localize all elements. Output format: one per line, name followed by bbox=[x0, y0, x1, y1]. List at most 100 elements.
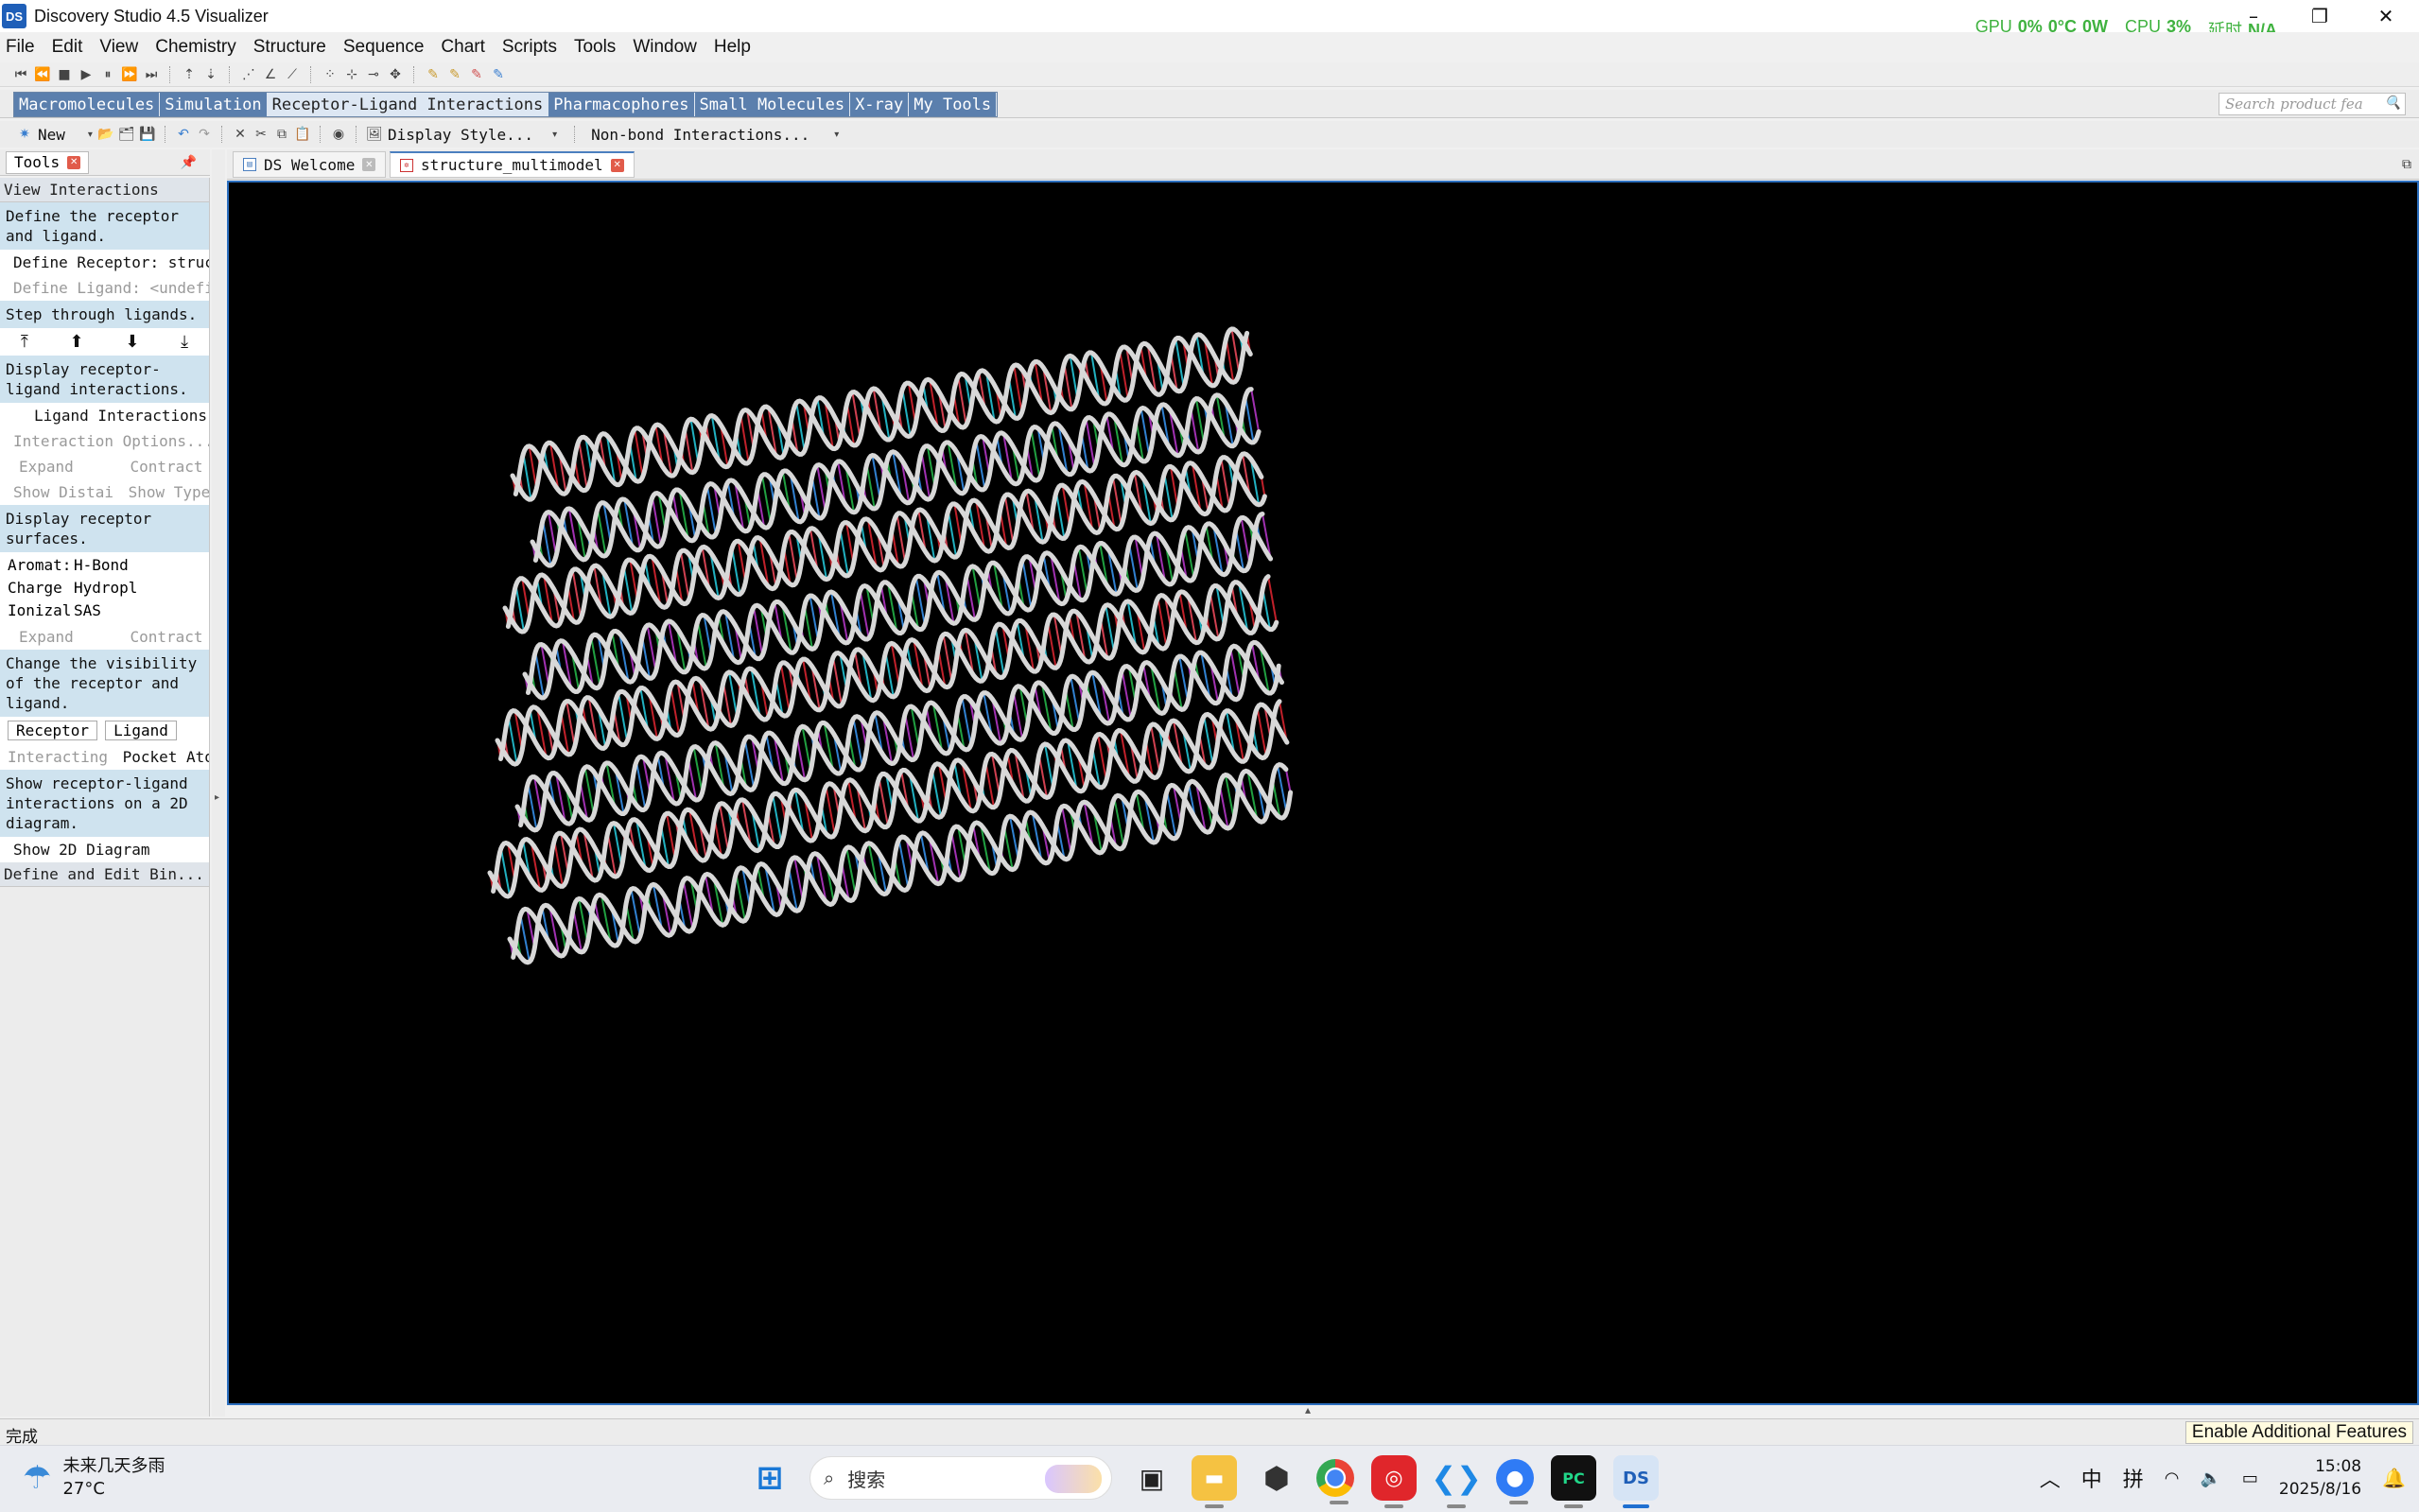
menu-window[interactable]: Window bbox=[633, 35, 697, 60]
menu-file[interactable]: File bbox=[6, 35, 35, 60]
new-icon[interactable]: ✷ bbox=[17, 127, 32, 142]
chrome-icon[interactable] bbox=[1316, 1459, 1354, 1504]
tools-tab[interactable]: Tools ✕ bbox=[6, 150, 90, 174]
interaction-options-link[interactable]: Interaction Options... bbox=[0, 428, 209, 454]
tab-xray[interactable]: X-ray bbox=[850, 93, 910, 116]
dna-multimodel-structure[interactable] bbox=[229, 182, 2417, 1403]
wifi-icon[interactable]: ◠ bbox=[2165, 1469, 2180, 1488]
new-button[interactable]: New bbox=[38, 126, 65, 144]
collapse-arrow-icon[interactable]: ▸ bbox=[215, 792, 219, 803]
surface-ionizability-link[interactable]: Ionizal bbox=[8, 600, 74, 622]
previous-frame-icon[interactable]: ⏪ bbox=[34, 67, 50, 82]
next-frame-icon[interactable]: ⏩ bbox=[121, 67, 137, 82]
script-edit-icon[interactable]: ✎ bbox=[491, 67, 506, 82]
surface-sas-link[interactable]: SAS bbox=[74, 600, 140, 622]
windows-start-icon[interactable]: ⊞ bbox=[747, 1455, 792, 1501]
interacting-link[interactable]: Interacting bbox=[8, 748, 108, 766]
discovery-studio-taskbar-icon[interactable]: DS bbox=[1613, 1455, 1659, 1508]
menu-chemistry[interactable]: Chemistry bbox=[155, 35, 236, 60]
first-frame-icon[interactable]: ⏮ bbox=[13, 67, 28, 82]
menu-chart[interactable]: Chart bbox=[441, 35, 484, 60]
search-icon[interactable]: 🔍 bbox=[2385, 96, 2401, 111]
show-hidden-icons-icon[interactable]: ︿ bbox=[2040, 1463, 2061, 1493]
close-icon[interactable]: ✕ bbox=[67, 155, 81, 169]
pycharm-icon[interactable]: PC bbox=[1551, 1455, 1596, 1508]
menu-scripts[interactable]: Scripts bbox=[502, 35, 557, 60]
tab-my-tools[interactable]: My Tools bbox=[909, 93, 998, 116]
first-ligand-icon[interactable]: ⤒ bbox=[21, 332, 28, 352]
previous-ligand-icon[interactable]: ⬆ bbox=[70, 332, 84, 352]
next-ligand-icon[interactable]: ⬇ bbox=[125, 332, 139, 352]
notification-icon[interactable]: 🔔 bbox=[2382, 1467, 2406, 1489]
remove-hydrogen-icon[interactable]: ⊸ bbox=[366, 67, 381, 82]
tab-small-molecules[interactable]: Small Molecules bbox=[694, 93, 851, 116]
menu-structure[interactable]: Structure bbox=[253, 35, 326, 60]
pause-icon[interactable]: ⏸ bbox=[100, 67, 115, 82]
measure-angle-icon[interactable]: ∠ bbox=[263, 67, 278, 82]
pin-icon[interactable]: 📌 bbox=[181, 155, 197, 170]
ligand-button[interactable]: Ligand bbox=[105, 721, 177, 740]
minimize-button[interactable]: – bbox=[2220, 0, 2287, 32]
enable-additional-features-button[interactable]: Enable Additional Features bbox=[2184, 1421, 2413, 1444]
unity-hex-icon[interactable]: ⬢ bbox=[1254, 1455, 1299, 1501]
ligand-interactions-link[interactable]: Ligand Interactions bbox=[0, 403, 209, 428]
undo-icon[interactable]: ↶ bbox=[176, 127, 191, 142]
surface-aromatic-link[interactable]: Aromat: bbox=[8, 554, 74, 577]
script-run-icon[interactable]: ✎ bbox=[426, 67, 441, 82]
tab-simulation[interactable]: Simulation bbox=[160, 93, 268, 116]
open-icon[interactable]: 📂 bbox=[97, 127, 113, 142]
netease-music-icon[interactable]: ◎ bbox=[1371, 1455, 1417, 1508]
tab-receptor-ligand-interactions[interactable]: Receptor-Ligand Interactions bbox=[267, 93, 549, 116]
ime-pinyin-label[interactable]: 拼 bbox=[2123, 1463, 2144, 1493]
battery-icon[interactable]: ▭ bbox=[2242, 1469, 2258, 1488]
new-dropdown-icon[interactable]: ▾ bbox=[88, 130, 93, 140]
expand-bottom-panel-icon[interactable]: ▴ bbox=[1305, 1403, 1311, 1416]
surface-hbond-link[interactable]: H-Bond bbox=[74, 554, 140, 577]
copy-icon[interactable]: ⧉ bbox=[274, 127, 289, 142]
paste-icon[interactable]: 📋 bbox=[294, 127, 310, 142]
menu-view[interactable]: View bbox=[99, 35, 138, 60]
maximize-icon[interactable]: ⧉ bbox=[2402, 157, 2411, 172]
close-button[interactable]: ✕ bbox=[2353, 0, 2419, 32]
surface-hydrophobicity-link[interactable]: Hydropl bbox=[74, 577, 140, 600]
measure-torsion-icon[interactable]: ⟋ bbox=[285, 67, 300, 82]
section-view-interactions[interactable]: View Interactions bbox=[0, 178, 209, 202]
search-input[interactable]: Search product fea 🔍 bbox=[2219, 93, 2406, 115]
contract-link[interactable]: Contract bbox=[130, 458, 202, 476]
display-style-icon[interactable]: 🖼 bbox=[366, 127, 383, 142]
stop-icon[interactable]: ■ bbox=[57, 67, 72, 82]
ime-mode-label[interactable]: 中 bbox=[2081, 1463, 2102, 1493]
last-frame-icon[interactable]: ⏭ bbox=[144, 67, 159, 82]
vscode-icon[interactable]: ❮❯ bbox=[1431, 1455, 1482, 1508]
open-url-icon[interactable]: 🗂 bbox=[118, 127, 135, 142]
tab-pharmacophores[interactable]: Pharmacophores bbox=[548, 93, 695, 116]
tab-structure-multimodel[interactable]: ✲ structure_multimodel ✕ bbox=[390, 151, 635, 178]
cut-icon[interactable]: ✂ bbox=[253, 127, 269, 142]
volume-icon[interactable]: 🔈 bbox=[2200, 1469, 2220, 1488]
file-explorer-icon[interactable]: ▬ bbox=[1192, 1455, 1237, 1508]
delete-icon[interactable]: ✕ bbox=[233, 127, 248, 142]
display-style-dropdown-icon[interactable]: ▾ bbox=[552, 130, 557, 140]
contract-link-2[interactable]: Contract bbox=[130, 628, 202, 646]
clock[interactable]: 15:08 2025/8/16 bbox=[2279, 1455, 2361, 1501]
add-hydrogen-icon[interactable]: ⊹ bbox=[344, 67, 359, 82]
restore-button[interactable]: ❐ bbox=[2287, 0, 2353, 32]
show-2d-diagram-link[interactable]: Show 2D Diagram bbox=[0, 837, 209, 862]
messenger-icon[interactable]: ● bbox=[1496, 1459, 1534, 1504]
tab-ds-welcome[interactable]: ▤ DS Welcome ✕ bbox=[233, 151, 387, 178]
show-distance-link[interactable]: Show Distai bbox=[13, 483, 113, 501]
menu-edit[interactable]: Edit bbox=[52, 35, 83, 60]
select-atoms-icon[interactable]: ⁘ bbox=[322, 67, 338, 82]
show-types-link[interactable]: Show Types bbox=[129, 483, 209, 501]
close-icon[interactable]: ✕ bbox=[610, 158, 624, 172]
expand-link-2[interactable]: Expand bbox=[19, 628, 74, 646]
move-down-icon[interactable]: ⇣ bbox=[203, 67, 218, 82]
menu-help[interactable]: Help bbox=[714, 35, 751, 60]
menu-tools[interactable]: Tools bbox=[574, 35, 616, 60]
tab-macromolecules[interactable]: Macromolecules bbox=[14, 93, 161, 116]
script-stop-icon[interactable]: ✎ bbox=[469, 67, 484, 82]
nonbond-interactions-button[interactable]: Non-bond Interactions... bbox=[591, 126, 809, 144]
move-up-icon[interactable]: ⇡ bbox=[182, 67, 197, 82]
panel-splitter[interactable]: ▸ bbox=[212, 149, 225, 1416]
last-ligand-icon[interactable]: ⤓ bbox=[181, 332, 188, 352]
